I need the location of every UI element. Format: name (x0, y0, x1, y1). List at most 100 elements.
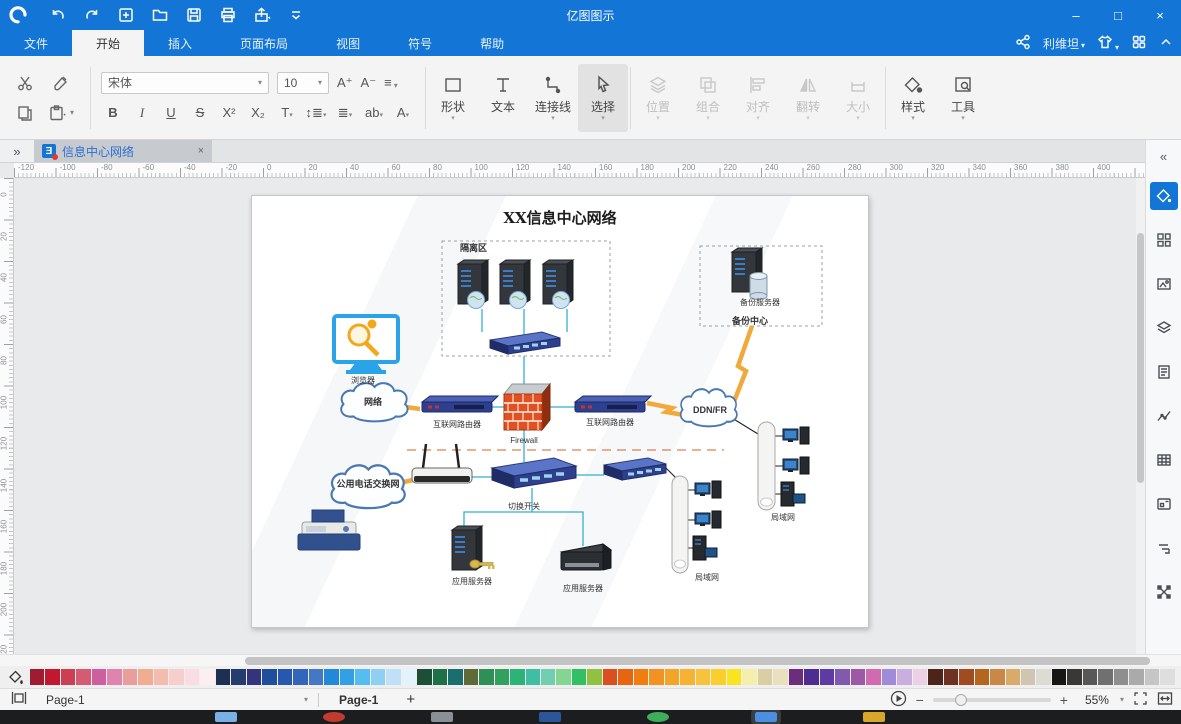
color-swatch[interactable] (448, 669, 462, 685)
color-swatch[interactable] (804, 669, 818, 685)
taskbar-app-5[interactable] (647, 712, 669, 722)
color-swatch[interactable] (30, 669, 44, 685)
align-text-button[interactable]: ≡▾ (384, 75, 398, 90)
sidebar-collapse-icon[interactable]: « (1160, 144, 1167, 168)
copy-button[interactable] (16, 104, 34, 122)
color-swatch[interactable] (371, 669, 385, 685)
chart-panel-button[interactable] (1150, 402, 1178, 430)
color-swatch[interactable] (541, 669, 555, 685)
color-swatch[interactable] (990, 669, 1004, 685)
strikethrough-button[interactable]: S (188, 105, 212, 120)
group-button[interactable]: 组合▾ (683, 64, 733, 132)
menu-tab-1[interactable]: 文件 (0, 30, 72, 56)
select-button[interactable]: 选择▾ (578, 64, 628, 132)
color-swatch[interactable] (123, 669, 137, 685)
taskbar-app-3[interactable] (431, 712, 453, 722)
color-swatch[interactable] (587, 669, 601, 685)
color-swatch[interactable] (649, 669, 663, 685)
color-swatch[interactable] (851, 669, 865, 685)
color-swatch[interactable] (309, 669, 323, 685)
font-color-button[interactable]: A▾ (391, 105, 415, 120)
color-swatch[interactable] (1006, 669, 1020, 685)
bold-button[interactable]: B (101, 105, 125, 120)
document-tab-close-icon[interactable]: × (198, 145, 204, 157)
notes-panel-button[interactable] (1150, 358, 1178, 386)
size-button[interactable]: 大小▾ (833, 64, 883, 132)
cut-button[interactable] (16, 74, 34, 92)
color-swatch[interactable] (711, 669, 725, 685)
color-swatch[interactable] (866, 669, 880, 685)
color-swatch[interactable] (355, 669, 369, 685)
zoom-out-button[interactable]: − (916, 692, 924, 708)
color-swatch[interactable] (1114, 669, 1128, 685)
menu-tab-5[interactable]: 视图 (312, 30, 384, 56)
dmz-server-3[interactable] (543, 260, 573, 309)
superscript-button[interactable]: X² (217, 105, 241, 120)
color-swatch[interactable] (944, 669, 958, 685)
align-button[interactable]: 对齐▾ (733, 64, 783, 132)
color-swatch[interactable] (1052, 669, 1066, 685)
format-panel-button[interactable] (1150, 534, 1178, 562)
page-setup-icon[interactable] (10, 690, 28, 709)
bullet-list-button[interactable]: ≣▾ (333, 105, 357, 121)
color-swatch[interactable] (526, 669, 540, 685)
vertical-scrollbar[interactable] (1136, 178, 1145, 654)
color-swatch[interactable] (1160, 669, 1174, 685)
color-swatch[interactable] (154, 669, 168, 685)
taskbar-app-6[interactable] (755, 712, 777, 722)
color-swatch[interactable] (835, 669, 849, 685)
color-swatch[interactable] (882, 669, 896, 685)
zoom-in-button[interactable]: + (1060, 692, 1068, 708)
text-button[interactable]: 文本 (478, 64, 528, 132)
fill-color-icon[interactable] (8, 669, 24, 690)
color-swatch[interactable] (603, 669, 617, 685)
app-server-left[interactable] (452, 526, 495, 570)
text-color-button[interactable]: T▾ (275, 105, 299, 120)
zoom-slider[interactable] (933, 698, 1051, 702)
color-swatch[interactable] (696, 669, 710, 685)
dmz-server-2[interactable] (500, 260, 530, 309)
fullscreen-icon[interactable] (1133, 691, 1148, 709)
tools-button[interactable]: 工具▾ (938, 64, 988, 132)
firewall-node[interactable] (504, 384, 550, 430)
color-swatch[interactable] (510, 669, 524, 685)
new-document-button[interactable] (116, 5, 136, 25)
style-button[interactable]: 样式▾ (888, 64, 938, 132)
table-panel-button[interactable] (1150, 446, 1178, 474)
color-swatch[interactable] (45, 669, 59, 685)
save-button[interactable] (184, 5, 204, 25)
main-switch[interactable] (492, 458, 576, 488)
color-swatch[interactable] (247, 669, 261, 685)
color-swatch[interactable] (1129, 669, 1143, 685)
app-server-right[interactable] (561, 544, 611, 570)
color-swatch[interactable] (758, 669, 772, 685)
color-swatch[interactable] (665, 669, 679, 685)
color-swatch[interactable] (386, 669, 400, 685)
color-swatch[interactable] (820, 669, 834, 685)
font-family-select[interactable]: 宋体▾ (101, 72, 269, 94)
symbol-library-button[interactable] (1150, 226, 1178, 254)
menu-tab-7[interactable]: 帮助 (456, 30, 528, 56)
color-swatch[interactable] (417, 669, 431, 685)
menu-tab-3[interactable]: 插入 (144, 30, 216, 56)
color-swatch[interactable] (634, 669, 648, 685)
dmz-switch[interactable] (490, 332, 560, 354)
taskbar-app-1[interactable] (215, 712, 237, 722)
redo-button[interactable] (82, 5, 102, 25)
page-tab[interactable]: Page-1 (329, 693, 388, 707)
fit-width-icon[interactable] (1157, 691, 1173, 709)
color-swatch[interactable] (340, 669, 354, 685)
dmz-server-1[interactable] (458, 260, 488, 309)
color-swatch[interactable] (76, 669, 90, 685)
color-swatch[interactable] (278, 669, 292, 685)
canvas-area[interactable]: 020406080100120140160180200220 XX信息中心网络 (0, 178, 1145, 654)
page-selector[interactable]: Page-1▾ (38, 693, 308, 707)
color-swatch[interactable] (1021, 669, 1035, 685)
internet-router-right[interactable] (575, 396, 651, 412)
fill-style-panel-button[interactable] (1150, 182, 1178, 210)
backup-server[interactable] (732, 248, 767, 300)
color-swatch[interactable] (618, 669, 632, 685)
document-tab[interactable]: Ǝ 信息中心网络 × (34, 140, 212, 162)
taskbar-app-2[interactable] (323, 712, 345, 722)
open-file-button[interactable] (150, 5, 170, 25)
